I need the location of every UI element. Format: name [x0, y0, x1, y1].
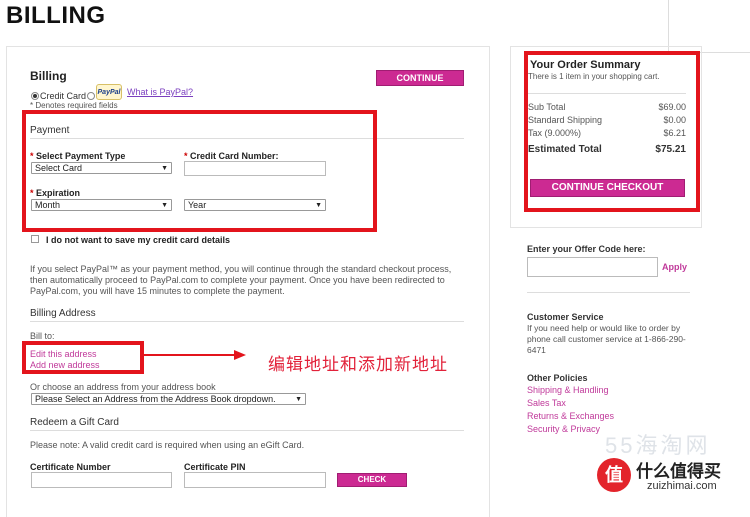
save-card-label: I do not want to save my credit card det…: [46, 235, 231, 245]
certificate-number-input[interactable]: [31, 472, 172, 488]
summary-highlight-box: [524, 51, 700, 212]
gift-card-heading: Redeem a Gift Card: [30, 417, 119, 428]
address-book-select[interactable]: Please Select an Address from the Addres…: [31, 393, 306, 405]
gift-card-divider: [30, 430, 464, 431]
billing-address-heading: Billing Address: [30, 308, 96, 319]
returns-exchanges-link[interactable]: Returns & Exchanges: [527, 411, 614, 421]
address-highlight-box: [22, 341, 144, 374]
offer-code-input[interactable]: [527, 257, 658, 277]
security-privacy-link[interactable]: Security & Privacy: [527, 424, 600, 434]
certificate-number-label: Certificate Number: [30, 462, 111, 472]
offer-code-label: Enter your Offer Code here:: [527, 244, 646, 254]
required-note: * Denotes required fields: [30, 101, 118, 110]
sales-tax-link[interactable]: Sales Tax: [527, 398, 566, 408]
credit-card-label: Credit Card: [40, 91, 87, 101]
arrow-right-icon: [140, 350, 246, 360]
watermark-brand: 什么值得买: [636, 462, 721, 481]
paypal-logo: PayPal: [96, 84, 122, 100]
bill-to-label: Bill to:: [30, 331, 55, 341]
gift-card-note: Please note: A valid credit card is requ…: [30, 440, 305, 450]
other-policies-heading: Other Policies: [527, 373, 588, 383]
watermark-site: 55海淘网: [605, 433, 711, 458]
credit-card-radio[interactable]: [31, 92, 39, 100]
offer-divider: [527, 292, 690, 293]
watermark-url: zuizhimai.com: [647, 480, 717, 492]
save-card-checkbox[interactable]: [31, 235, 39, 243]
chevron-down-icon: ▼: [295, 396, 302, 403]
check-balance-button[interactable]: CHECK BALANCE: [337, 473, 407, 496]
certificate-pin-input[interactable]: [184, 472, 326, 488]
billing-address-divider: [30, 321, 464, 322]
shipping-handling-link[interactable]: Shipping & Handling: [527, 385, 609, 395]
page-title: BILLING: [6, 2, 106, 29]
watermark-badge-icon: 值: [597, 458, 631, 492]
customer-service-text: If you need help or would like to order …: [527, 323, 686, 355]
apply-offer-link[interactable]: Apply: [662, 262, 687, 272]
address-book-label: Or choose an address from your address b…: [30, 382, 216, 392]
paypal-radio[interactable]: [87, 92, 95, 100]
payment-highlight-box: [22, 110, 377, 232]
paypal-note: If you select PayPal™ as your payment me…: [30, 264, 452, 296]
annotation-text: 编辑地址和添加新地址: [268, 355, 448, 374]
customer-service-heading: Customer Service: [527, 312, 604, 322]
billing-heading: Billing: [30, 69, 67, 83]
what-is-paypal-link[interactable]: What is PayPal?: [127, 87, 193, 97]
certificate-pin-label: Certificate PIN: [184, 462, 246, 472]
continue-checkout-button-top[interactable]: CONTINUE CHECKOUT: [376, 70, 464, 97]
